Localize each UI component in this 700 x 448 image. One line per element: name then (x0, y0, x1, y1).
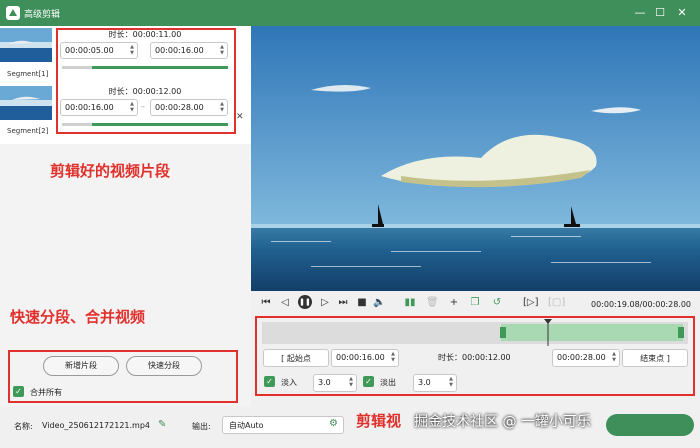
bottom-bar: 名称: Video_250612172121.mp4 ✎ 输出: 自动Auto ⚙… (0, 406, 700, 448)
edit-annotation: 剪辑视 (356, 412, 402, 430)
segment-thumbnail[interactable] (0, 28, 52, 62)
undo-icon[interactable]: ↺ (491, 297, 503, 308)
quick-split-button[interactable]: 快速分段 (126, 356, 202, 376)
split-annotation: 快速分段、合并视频 (10, 308, 146, 326)
add-icon[interactable]: + (448, 297, 460, 308)
watermark: 掘金技术社区 @ 一罐小可乐 (414, 414, 591, 430)
confirm-button[interactable] (606, 414, 694, 436)
skip-to-start-icon[interactable]: ⏮ (260, 297, 272, 308)
merge-all-label: 合并所有 (30, 388, 62, 397)
maximize-button[interactable]: ☐ (652, 5, 668, 21)
split-icon[interactable]: ▮▮ (404, 297, 416, 308)
merge-all-checkbox[interactable]: ✓ (13, 386, 24, 397)
minimize-button[interactable]: — (632, 5, 648, 21)
step-back-icon[interactable]: ◁ (279, 297, 291, 308)
mark-out-icon[interactable]: [▢] (548, 297, 565, 308)
trim-highlight-box (255, 316, 695, 396)
volume-icon[interactable]: 🔈 (373, 297, 385, 308)
output-select[interactable]: 自动Auto ⚙ (222, 416, 344, 434)
copy-icon[interactable]: ❐ (469, 297, 481, 308)
pause-icon[interactable]: ❚❚ (298, 295, 312, 309)
stop-icon[interactable]: ■ (356, 297, 368, 308)
segment-thumbnail[interactable] (0, 86, 52, 120)
playback-control-bar: ⏮ ◁ ❚❚ ▷ ⏭ ■ 🔈 ▮▮ 🗑 + ❐ ↺ [▷] [▢] 00:00:… (251, 291, 700, 315)
step-forward-icon[interactable]: ▷ (319, 297, 331, 308)
segments-annotation: 剪辑好的视频片段 (50, 162, 171, 180)
file-name: Video_250612172121.mp4 (42, 421, 150, 430)
output-label: 输出: (192, 422, 211, 431)
app-logo-icon (6, 6, 20, 20)
segment-label: Segment[1] (7, 70, 49, 78)
edit-name-icon[interactable]: ✎ (158, 419, 166, 430)
skip-to-end-icon[interactable]: ⏭ (337, 297, 349, 308)
time-display: 00:00:19.08/00:00:28.00 (591, 300, 691, 309)
add-segment-button[interactable]: 新增片段 (43, 356, 119, 376)
delete-icon[interactable]: 🗑 (426, 297, 439, 308)
video-preview[interactable] (251, 26, 700, 291)
gear-icon[interactable]: ⚙ (329, 418, 338, 429)
remove-segment-icon[interactable]: ✕ (236, 112, 244, 122)
title-bar: 高级剪辑 — ☐ ✕ (0, 0, 700, 26)
close-button[interactable]: ✕ (674, 5, 690, 21)
name-label: 名称: (14, 422, 33, 431)
mark-in-icon[interactable]: [▷] (523, 297, 539, 308)
window-title: 高级剪辑 (24, 10, 61, 20)
segments-highlight-box (56, 28, 236, 134)
segment-label: Segment[2] (7, 127, 49, 135)
